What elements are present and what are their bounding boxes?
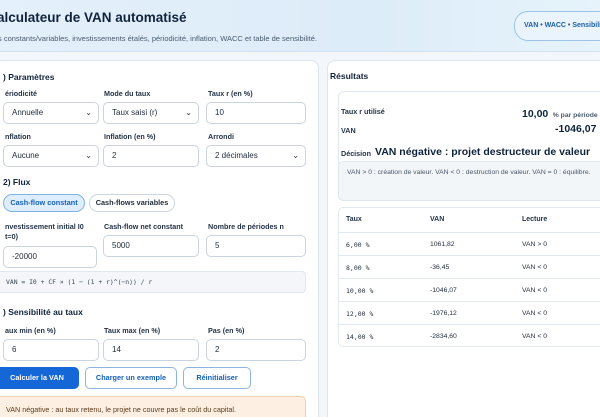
rate-max-input[interactable]: 14 xyxy=(103,339,199,361)
table-header-row: Taux VAN Lecture xyxy=(338,207,600,232)
results-title: Résultats xyxy=(330,71,369,81)
tab-variable-cashflows[interactable]: Cash-flows variables xyxy=(89,194,175,212)
periodicity-select[interactable]: Annuelle ⌄ xyxy=(3,102,99,124)
sensitivity-table: Taux VAN Lecture 6,00 % 1061,82 VAN > 0 … xyxy=(338,207,600,347)
table-row: 12,00 % -1976,12 VAN < 0 xyxy=(338,301,600,324)
rounding-label: Arrondi xyxy=(208,132,234,141)
reset-button[interactable]: Réinitialiser xyxy=(183,367,251,389)
rate-used-value-group: 10,00 % par période xyxy=(522,104,598,122)
inflation-select[interactable]: Aucune ⌄ xyxy=(3,145,99,167)
investment-label-line2: t=0) xyxy=(5,232,18,241)
col-header-reading: Lecture xyxy=(522,216,548,223)
chevron-down-icon: ⌄ xyxy=(292,151,299,160)
inflation-pct-input[interactable]: 2 xyxy=(103,145,199,167)
app-header: alculateur de VAN automatisé s constants… xyxy=(0,0,600,52)
cell-rate: 10,00 % xyxy=(346,287,374,295)
rate-mode-label: Mode du taux xyxy=(104,89,151,98)
periods-input[interactable]: 5 xyxy=(206,235,306,257)
inflation-value: Aucune xyxy=(12,151,40,160)
col-header-van: VAN xyxy=(430,216,445,223)
cell-reading: VAN < 0 xyxy=(522,310,547,317)
rate-used-unit: % par période xyxy=(552,112,598,119)
cell-reading: VAN < 0 xyxy=(522,287,547,294)
cell-rate: 12,00 % xyxy=(346,310,374,318)
cell-rate: 8,00 % xyxy=(346,264,370,272)
inflation-pct-label: Inflation (en %) xyxy=(104,132,156,141)
cell-reading: VAN < 0 xyxy=(522,333,547,340)
rate-input[interactable]: 10 xyxy=(206,102,306,124)
rate-mode-select[interactable]: Taux saisi (r) ⌄ xyxy=(103,102,199,124)
table-row: 6,00 % 1061,82 VAN > 0 xyxy=(338,232,600,255)
cell-van: -1046,07 xyxy=(430,287,457,294)
tab-constant-cashflow[interactable]: Cash-flow constant xyxy=(3,194,85,212)
investment-input[interactable]: -20000 xyxy=(3,246,97,268)
feature-badge: VAN • WACC • Sensibilité xyxy=(514,11,600,41)
results-panel: Résultats Taux r utilisé 10,00 % par pér… xyxy=(327,60,600,417)
cashflow-label: Cash-flow net constant xyxy=(104,222,184,231)
rounding-select[interactable]: 2 décimales ⌄ xyxy=(206,145,306,167)
rate-label: Taux r (en %) xyxy=(208,89,253,98)
page-title: alculateur de VAN automatisé xyxy=(0,10,187,25)
van-interpretation-note: VAN > 0 : création de valeur. VAN < 0 : … xyxy=(338,161,600,201)
cell-reading: VAN < 0 xyxy=(522,264,547,271)
decision-value: VAN négative : projet destructeur de val… xyxy=(375,146,591,158)
load-example-button[interactable]: Charger un exemple xyxy=(85,367,177,389)
cell-van: -2834,60 xyxy=(430,333,457,340)
cell-van: -36,45 xyxy=(430,264,450,271)
chevron-down-icon: ⌄ xyxy=(85,151,92,160)
cashflow-input[interactable]: 5000 xyxy=(103,235,199,257)
calculate-button[interactable]: Calculer la VAN xyxy=(0,367,79,389)
sensitivity-section-title: ) Sensibilité au taux xyxy=(3,307,83,317)
rounding-value: 2 décimales xyxy=(215,151,258,160)
van-value: -1046,07 xyxy=(555,123,597,135)
periodicity-value: Annuelle xyxy=(12,108,44,117)
cell-reading: VAN > 0 xyxy=(522,241,547,248)
formula-display: VAN = I0 + CF × (1 − (1 + r)^(−n)) / r xyxy=(0,271,306,293)
decision-label: Décision xyxy=(341,149,371,158)
page-subtitle: s constants/variables, investissements é… xyxy=(0,34,318,43)
step-label: Pas (en %) xyxy=(208,326,245,335)
investment-label-line1: nvestissement initial I0 xyxy=(5,222,84,231)
table-row: 10,00 % -1046,07 VAN < 0 xyxy=(338,278,600,301)
cell-rate: 6,00 % xyxy=(346,241,370,249)
rate-used-value: 10,00 xyxy=(522,108,549,120)
chevron-down-icon: ⌄ xyxy=(185,108,192,117)
rate-min-input[interactable]: 6 xyxy=(3,339,99,361)
cell-rate: 14,00 % xyxy=(346,333,374,341)
chevron-down-icon: ⌄ xyxy=(85,108,92,117)
cell-van: -1976,12 xyxy=(430,310,457,317)
flux-section-title: 2) Flux xyxy=(3,177,31,187)
table-row: 8,00 % -36,45 VAN < 0 xyxy=(338,255,600,278)
table-row: 14,00 % -2834,60 VAN < 0 xyxy=(338,324,600,347)
parameters-panel: ) Paramètres ériodicité Annuelle ⌄ Mode … xyxy=(0,60,319,417)
periods-label: Nombre de périodes n xyxy=(208,222,284,231)
inflation-label: nflation xyxy=(5,132,31,141)
periodicity-label: ériodicité xyxy=(5,89,37,98)
col-header-rate: Taux xyxy=(346,216,362,223)
rate-max-label: Taux max (en %) xyxy=(104,326,161,335)
van-label: VAN xyxy=(341,126,356,135)
result-alert: VAN négative : au taux retenu, le projet… xyxy=(0,396,306,417)
parameters-section-title: ) Paramètres xyxy=(3,72,55,82)
rate-mode-value: Taux saisi (r) xyxy=(112,108,158,117)
rate-min-label: aux min (en %) xyxy=(5,326,56,335)
rate-used-label: Taux r utilisé xyxy=(341,107,385,116)
cell-van: 1061,82 xyxy=(430,241,455,248)
step-input[interactable]: 2 xyxy=(206,339,306,361)
